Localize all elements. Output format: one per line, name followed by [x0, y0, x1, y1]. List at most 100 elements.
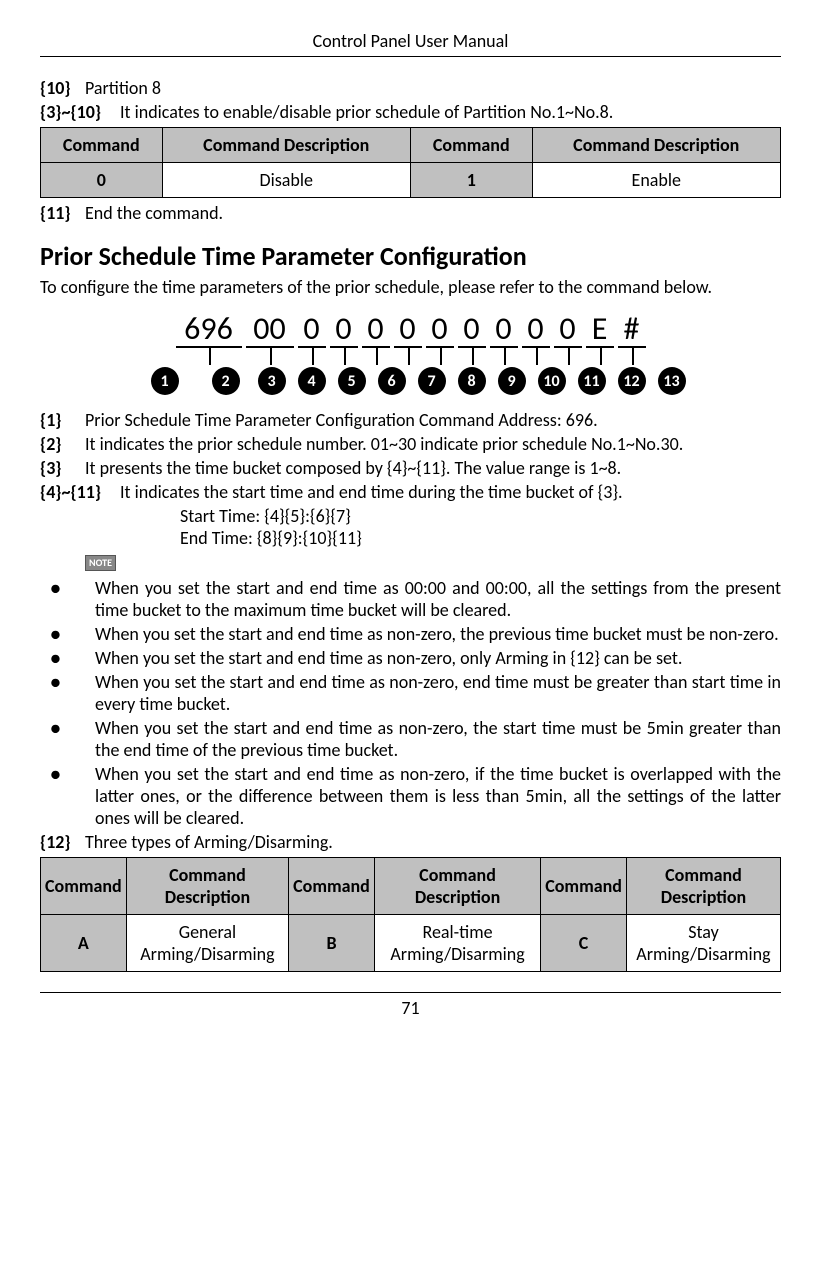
num-circle: 3 — [258, 367, 286, 395]
command-table-2: Command Command Description Command Comm… — [40, 857, 781, 972]
table-header: Command — [410, 128, 532, 163]
desc-cell: Enable — [532, 163, 780, 198]
num-circle: 11 — [578, 367, 606, 395]
num-circle: 6 — [378, 367, 406, 395]
seg: 0 — [330, 312, 358, 348]
table-header: Command Description — [532, 128, 780, 163]
start-time-line: Start Time: {4}{5}:{6}{7} — [180, 505, 781, 527]
def-item-3-10: {3}~{10} It indicates to enable/disable … — [40, 101, 781, 123]
seg: 0 — [522, 312, 550, 348]
table-header: Command — [41, 128, 163, 163]
seg: 00 — [246, 312, 294, 348]
bullet-dot-icon: ● — [40, 647, 95, 669]
def-item-2: {2} It indicates the prior schedule numb… — [40, 433, 781, 455]
def-key: {1} — [40, 409, 85, 431]
note-bullet: ● When you set the start and end time as… — [40, 623, 781, 645]
table-header: Command — [41, 858, 127, 915]
seg: 0 — [554, 312, 582, 348]
command-cell: B — [289, 915, 375, 972]
section-intro: To configure the time parameters of the … — [40, 276, 781, 298]
note-bullet: ● When you set the start and end time as… — [40, 647, 781, 669]
seg: 0 — [490, 312, 518, 348]
def-item-11: {11} End the command. — [40, 202, 781, 224]
desc-cell: Real-time Arming/Disarming — [374, 915, 540, 972]
diagram-segments: 696 00 0 0 0 0 0 0 0 0 0 E # — [40, 312, 781, 348]
def-item-12: {12} Three types of Arming/Disarming. — [40, 831, 781, 853]
bullet-dot-icon: ● — [40, 671, 95, 693]
command-cell: C — [541, 915, 627, 972]
note-bullet: ● When you set the start and end time as… — [40, 717, 781, 761]
bullet-dot-icon: ● — [40, 577, 95, 599]
def-text: Partition 8 — [85, 77, 781, 99]
num-circle: 10 — [538, 367, 566, 395]
seg: # — [618, 312, 646, 348]
bullet-dot-icon: ● — [40, 717, 95, 739]
note-text: When you set the start and end time as n… — [95, 763, 781, 829]
seg: 696 — [176, 312, 242, 348]
seg: 0 — [458, 312, 486, 348]
num-circle: 13 — [658, 367, 686, 395]
note-bullet: ● When you set the start and end time as… — [40, 577, 781, 621]
def-item-1: {1} Prior Schedule Time Parameter Config… — [40, 409, 781, 431]
table-header: Command Description — [626, 858, 780, 915]
section-title: Prior Schedule Time Parameter Configurat… — [40, 240, 781, 272]
seg: 0 — [426, 312, 454, 348]
def-key: {10} — [40, 77, 85, 99]
diagram-numbers: 1 2 3 4 5 6 7 8 9 10 11 12 13 — [40, 367, 781, 395]
desc-cell: Stay Arming/Disarming — [626, 915, 780, 972]
note-bullet: ● When you set the start and end time as… — [40, 763, 781, 829]
note-text: When you set the start and end time as n… — [95, 717, 781, 761]
def-key: {4}~{11} — [40, 481, 120, 503]
def-text: It indicates the prior schedule number. … — [85, 433, 781, 455]
def-key: {11} — [40, 202, 85, 224]
command-cell: A — [41, 915, 127, 972]
def-text: It indicates the start time and end time… — [120, 481, 781, 503]
num-circle: 8 — [458, 367, 486, 395]
note-text: When you set the start and end time as n… — [95, 623, 781, 645]
num-circle: 4 — [298, 367, 326, 395]
bullet-dot-icon: ● — [40, 763, 95, 785]
page-footer: 71 — [40, 992, 781, 1019]
command-cell: 0 — [41, 163, 163, 198]
table-row: 0 Disable 1 Enable — [41, 163, 781, 198]
header-title: Control Panel User Manual — [313, 30, 509, 52]
bullet-dot-icon: ● — [40, 623, 95, 645]
table-header: Command Description — [162, 128, 410, 163]
note-icon-wrapper: NOTE — [85, 549, 781, 575]
note-bullet: ● When you set the start and end time as… — [40, 671, 781, 715]
def-key: {12} — [40, 831, 85, 853]
note-text: When you set the start and end time as 0… — [95, 577, 781, 621]
seg: 0 — [298, 312, 326, 348]
table-header: Command — [289, 858, 375, 915]
end-time-line: End Time: {8}{9}:{10}{11} — [180, 527, 781, 549]
num-circle: 9 — [498, 367, 526, 395]
table-header: Command — [541, 858, 627, 915]
def-text: Three types of Arming/Disarming. — [85, 831, 781, 853]
table-row: A General Arming/Disarming B Real-time A… — [41, 915, 781, 972]
def-text: Prior Schedule Time Parameter Configurat… — [85, 409, 781, 431]
seg: 0 — [362, 312, 390, 348]
seg: E — [586, 312, 614, 348]
desc-cell: General Arming/Disarming — [126, 915, 288, 972]
def-text: End the command. — [85, 202, 781, 224]
def-item-3: {3} It presents the time bucket composed… — [40, 457, 781, 479]
command-diagram: 696 00 0 0 0 0 0 0 0 0 0 E # 1 2 3 4 5 6… — [40, 312, 781, 395]
diagram-stems — [40, 347, 781, 365]
def-item-10: {10} Partition 8 — [40, 77, 781, 99]
def-key: {3}~{10} — [40, 101, 120, 123]
def-key: {3} — [40, 457, 85, 479]
def-key: {2} — [40, 433, 85, 455]
page-number: 71 — [401, 997, 419, 1019]
num-circle: 5 — [338, 367, 366, 395]
note-text: When you set the start and end time as n… — [95, 647, 781, 669]
note-icon: NOTE — [85, 555, 116, 571]
num-circle: 1 — [151, 367, 179, 395]
table-header: Command Description — [374, 858, 540, 915]
num-circle: 2 — [212, 367, 240, 395]
page-header: Control Panel User Manual — [40, 30, 781, 57]
note-text: When you set the start and end time as n… — [95, 671, 781, 715]
def-text: It indicates to enable/disable prior sch… — [120, 101, 781, 123]
def-text: It presents the time bucket composed by … — [85, 457, 781, 479]
command-table-1: Command Command Description Command Comm… — [40, 127, 781, 198]
seg: 0 — [394, 312, 422, 348]
